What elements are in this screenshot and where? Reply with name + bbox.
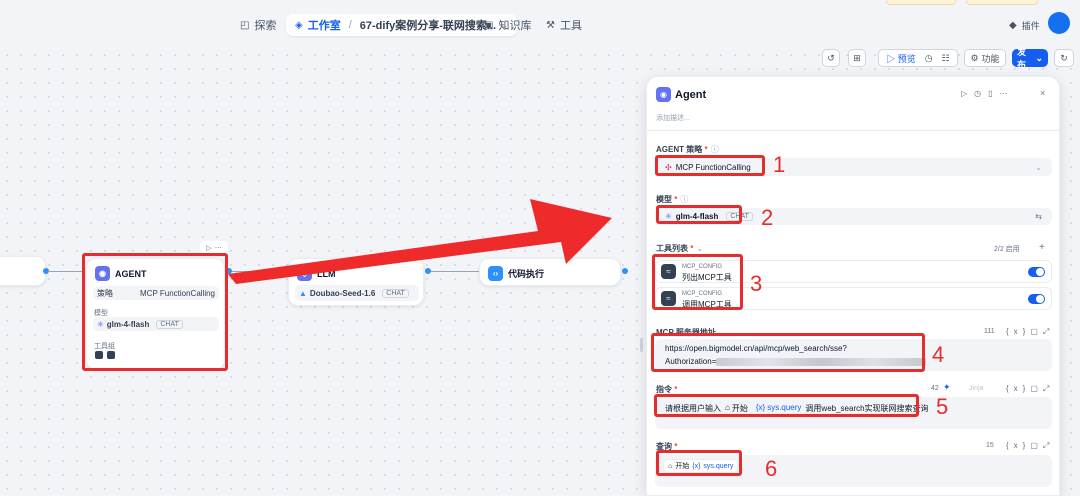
annotation-box — [655, 155, 765, 176]
annotation-number: 1 — [773, 152, 786, 177]
annotation-number: 5 — [936, 394, 949, 419]
annotation-box — [82, 253, 228, 371]
annotation-box — [651, 333, 925, 372]
annotation-box — [656, 205, 742, 224]
annotation-number: 2 — [761, 205, 774, 230]
annotation-box — [656, 450, 742, 476]
annotation-number: 6 — [765, 456, 778, 481]
annotation-arrow — [228, 199, 612, 284]
annotation-number: 4 — [932, 342, 945, 367]
annotation-number: 3 — [750, 271, 763, 296]
annotation-box — [652, 254, 743, 310]
annotation-box — [654, 394, 919, 417]
arrow-shape — [228, 199, 612, 284]
